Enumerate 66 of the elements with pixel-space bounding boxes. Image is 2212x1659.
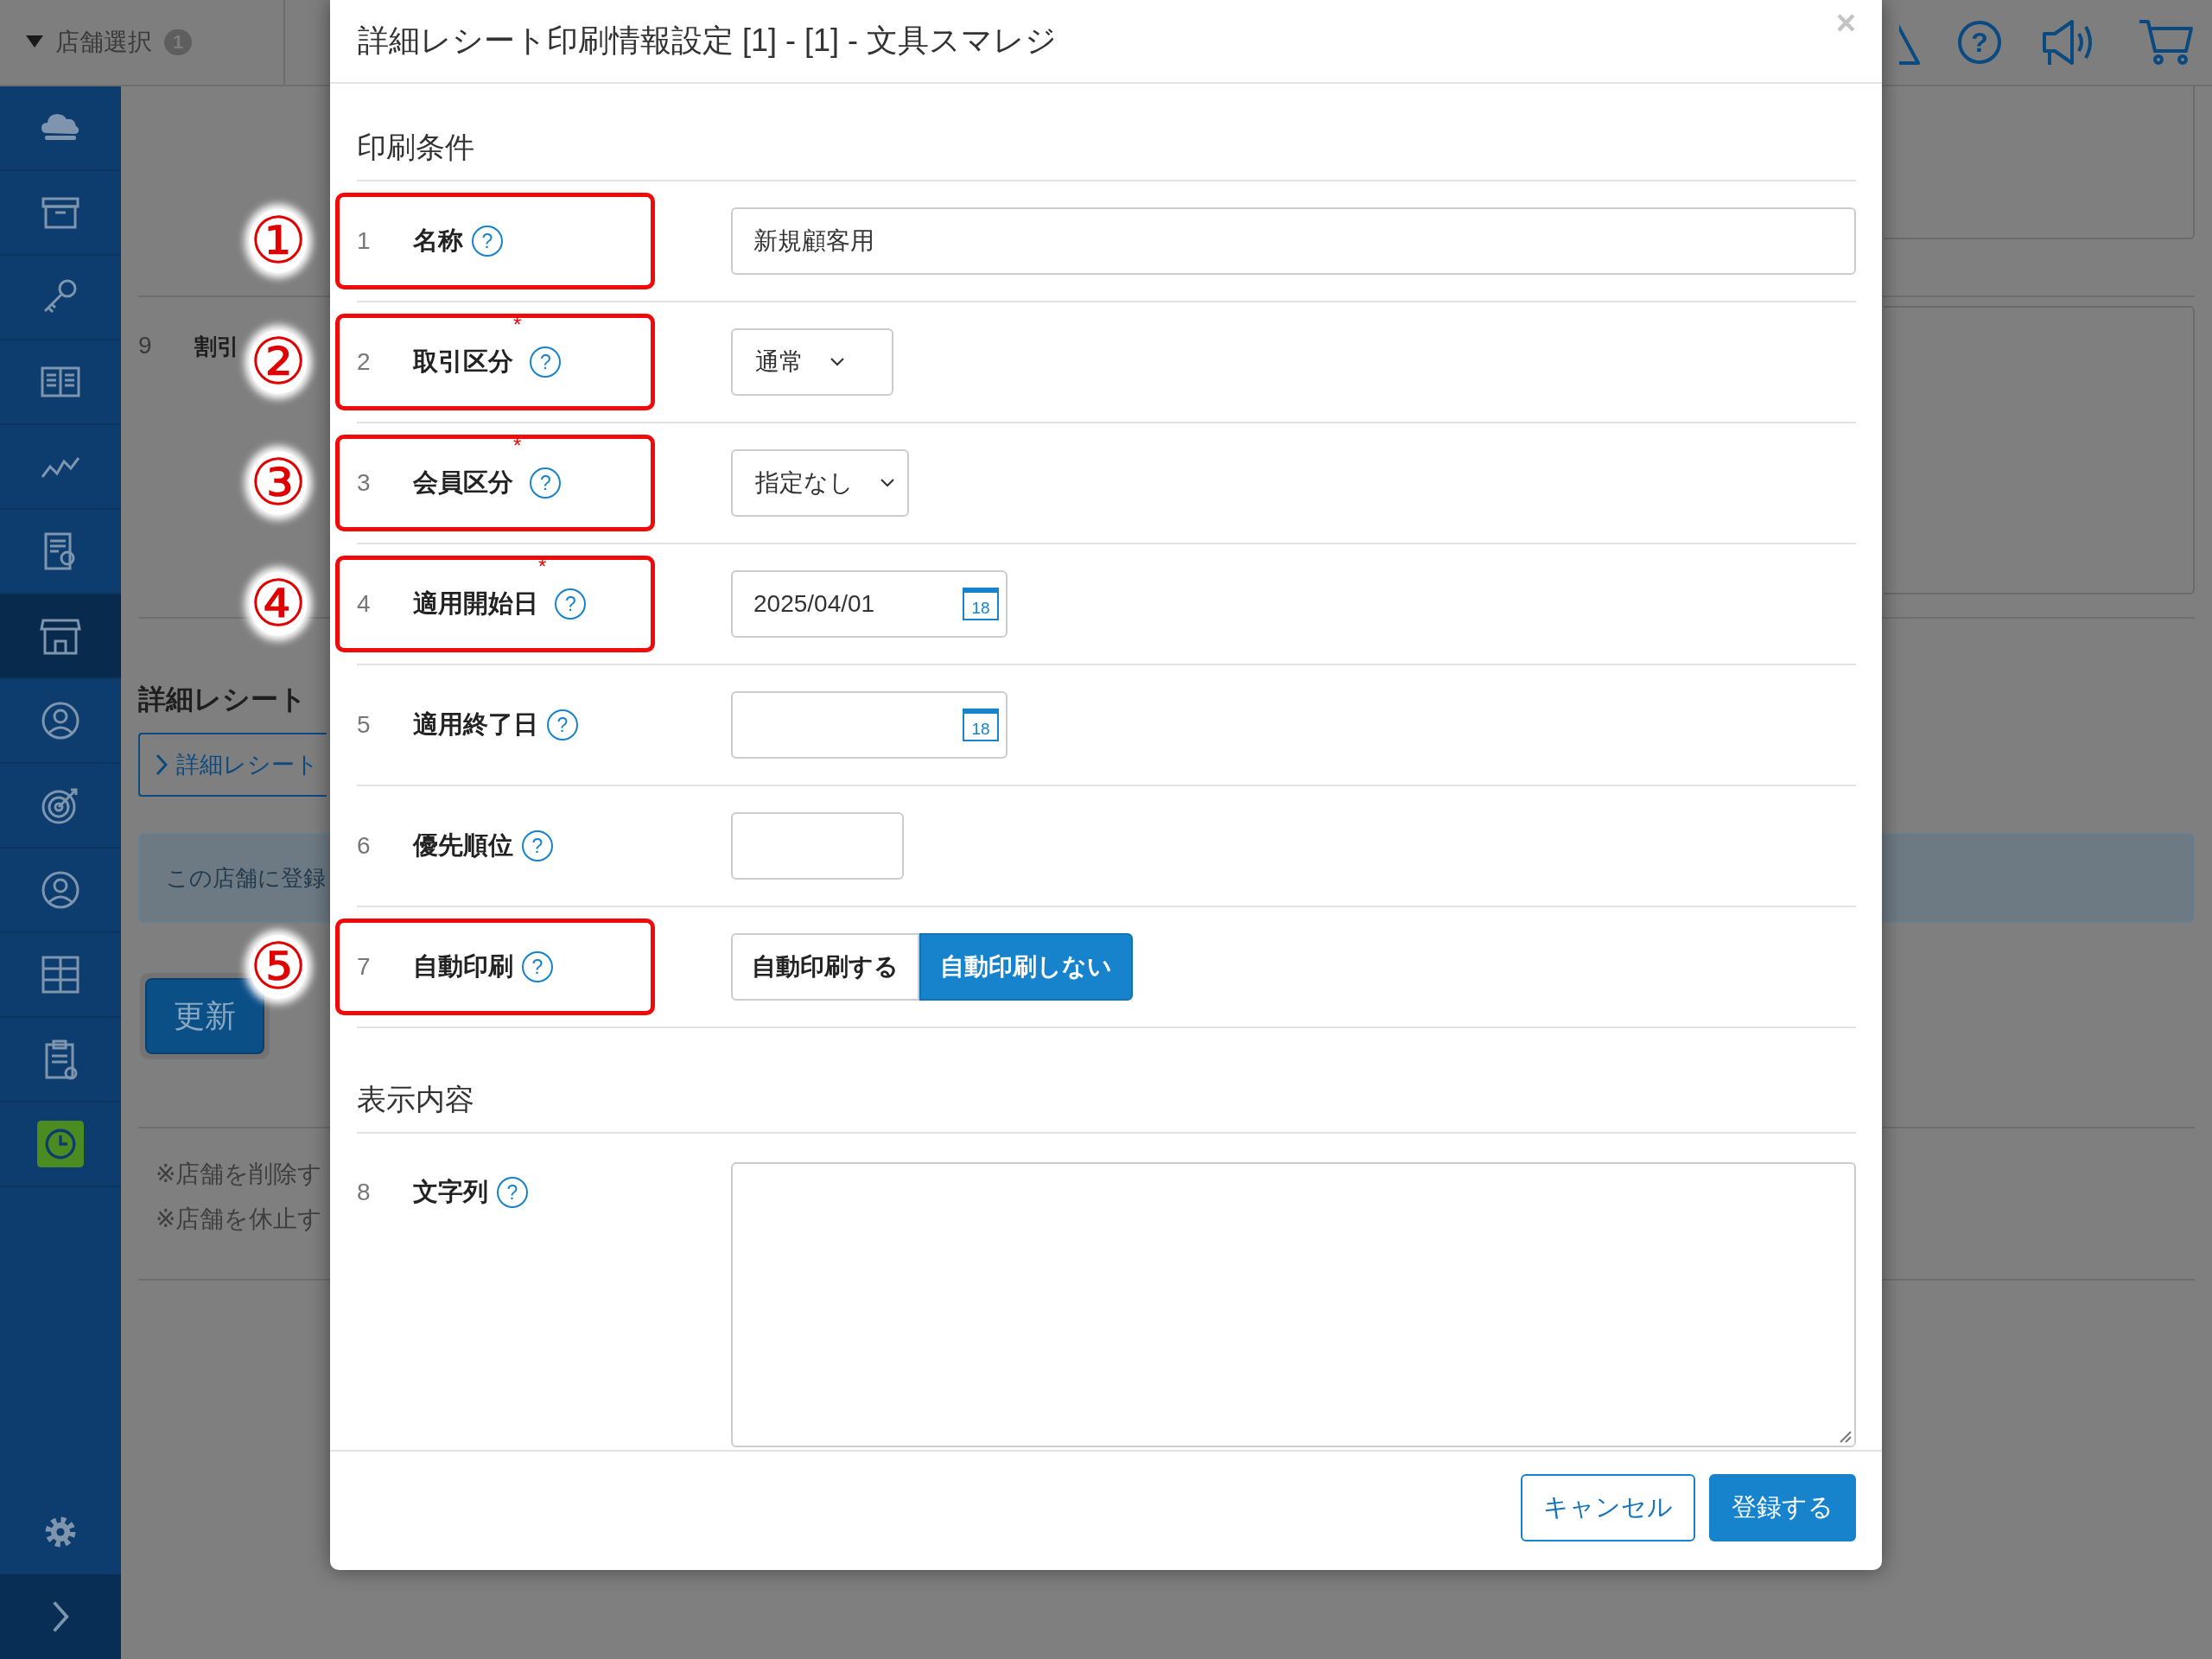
section-heading: 印刷条件 bbox=[357, 84, 1856, 181]
cart-icon[interactable] bbox=[2138, 18, 2195, 67]
calendar-button[interactable]: 18 bbox=[963, 588, 999, 620]
note-text: ※店舗を削除す bbox=[156, 1160, 324, 1189]
row-number: 1 bbox=[357, 227, 372, 255]
help-button[interactable]: ? bbox=[547, 709, 578, 741]
select-field[interactable]: 指定なし bbox=[731, 449, 909, 517]
help-button[interactable]: ? bbox=[472, 226, 503, 257]
required-mark: * bbox=[513, 313, 522, 337]
row-number: 3 bbox=[357, 469, 372, 497]
calendar-button[interactable]: 18 bbox=[963, 709, 999, 741]
register-button[interactable]: 登録する bbox=[1709, 1473, 1856, 1541]
row-number: 7 bbox=[357, 953, 372, 981]
person-icon bbox=[40, 869, 81, 911]
help-button[interactable]: ? bbox=[1958, 21, 2001, 64]
callout-number: ② bbox=[250, 330, 308, 394]
text-field[interactable]: 新規顧客用 bbox=[731, 207, 1856, 275]
help-button[interactable]: ? bbox=[530, 346, 562, 378]
chevron-right-icon bbox=[156, 753, 168, 776]
row-number: 4 bbox=[357, 590, 372, 618]
date-field[interactable]: 2025/04/01 18 bbox=[731, 570, 1007, 638]
chevron-down-icon bbox=[830, 357, 845, 367]
link-button[interactable]: 詳細レシート bbox=[138, 733, 327, 797]
help-button[interactable]: ? bbox=[497, 1177, 528, 1208]
section-heading: 表示内容 bbox=[357, 1028, 1856, 1134]
note-text: ※店舗を休止す bbox=[156, 1205, 324, 1234]
dialog-title: 詳細レシート印刷情報設定 [1] - [1] - 文具スマレジ bbox=[358, 22, 1058, 60]
row-number: 9 bbox=[138, 331, 153, 359]
sidebar-item[interactable] bbox=[0, 594, 121, 679]
field-label: 名称 bbox=[413, 226, 463, 256]
row-number: 8 bbox=[357, 1179, 372, 1206]
person-icon bbox=[40, 700, 81, 741]
help-button[interactable]: ? bbox=[530, 467, 562, 499]
field-label: 自動印刷 bbox=[413, 951, 513, 982]
cancel-button[interactable]: キャンセル bbox=[1521, 1473, 1695, 1541]
row-number: 5 bbox=[357, 711, 372, 739]
chevron-down-icon bbox=[880, 478, 895, 488]
field-label: 適用開始日 bbox=[413, 588, 538, 619]
clock-icon bbox=[37, 1121, 84, 1167]
toggle-option[interactable]: 自動印刷しない bbox=[919, 933, 1133, 1001]
required-mark: * bbox=[513, 434, 522, 458]
callout-number: ① bbox=[250, 209, 308, 273]
cabinet-icon bbox=[40, 954, 81, 995]
required-mark: * bbox=[538, 555, 547, 579]
help-button[interactable]: ? bbox=[522, 830, 553, 861]
store-select-label[interactable]: 店舗選択 bbox=[55, 26, 152, 59]
notice-text: この店舗に登録 bbox=[166, 863, 326, 893]
field-label: 文字列 bbox=[413, 1177, 488, 1207]
caret-icon[interactable] bbox=[26, 35, 43, 49]
field-label: 適用終了日 bbox=[413, 709, 538, 740]
field-label: 割引 bbox=[194, 333, 239, 361]
callout-number: ④ bbox=[250, 572, 308, 636]
field-label: 会員区分 bbox=[413, 467, 513, 498]
toggle-option[interactable]: 自動印刷する bbox=[731, 933, 919, 1001]
help-button[interactable]: ? bbox=[555, 588, 587, 620]
help-button[interactable]: ? bbox=[522, 951, 553, 982]
select-field[interactable]: 通常 bbox=[731, 328, 893, 396]
row-number: 2 bbox=[357, 348, 372, 376]
callout-number: ⑤ bbox=[250, 935, 308, 999]
section-heading: 詳細レシート bbox=[138, 683, 308, 715]
date-field[interactable]: 18 bbox=[731, 691, 1007, 759]
field-label: 優先順位 bbox=[413, 830, 513, 861]
number-field[interactable] bbox=[731, 812, 904, 880]
callout-number: ③ bbox=[250, 451, 308, 515]
row-number: 6 bbox=[357, 832, 372, 860]
field-label: 取引区分 bbox=[413, 346, 513, 377]
